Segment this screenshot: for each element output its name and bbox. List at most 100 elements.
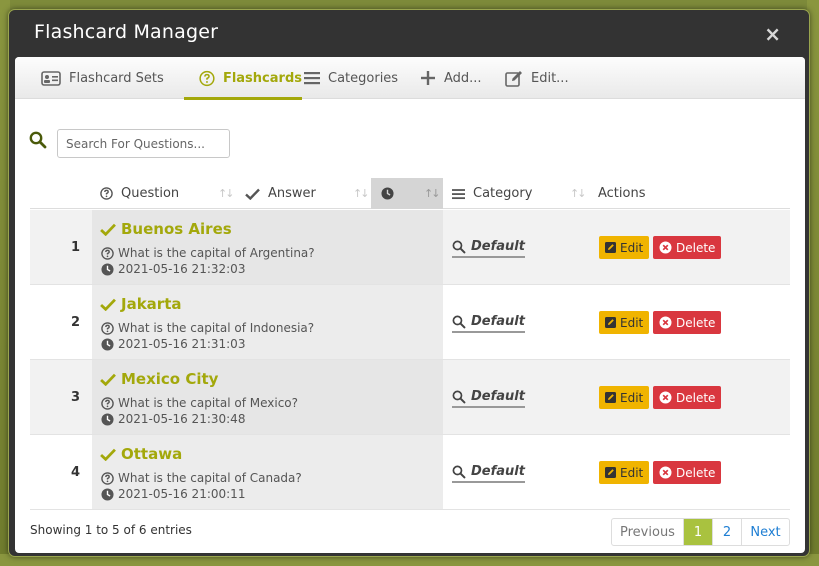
- category-link[interactable]: Default: [452, 464, 525, 483]
- answer-text: Buenos Aires: [121, 220, 232, 238]
- check-icon: [100, 223, 116, 236]
- clock-icon: [101, 262, 114, 276]
- sort-icon: ↑↓: [353, 187, 370, 200]
- table-info: Showing 1 to 5 of 6 entries: [30, 523, 192, 537]
- search-icon: [452, 315, 466, 328]
- row-number: 4: [70, 465, 80, 480]
- answer-cell: Jakarta: [100, 295, 182, 313]
- pagination: Previous 1 2 Next: [611, 518, 790, 546]
- edit-label: Edit: [620, 315, 644, 330]
- page-1-button[interactable]: 1: [683, 519, 712, 545]
- id-card-icon: [41, 70, 61, 86]
- tab-categories[interactable]: Categories: [304, 57, 398, 99]
- clock-icon: [381, 187, 394, 200]
- table-row: 1 Buenos Aires What is the capital of Ar…: [30, 210, 790, 285]
- edit-icon: [605, 242, 616, 253]
- edit-label: Edit: [620, 465, 644, 480]
- delete-label: Delete: [676, 315, 716, 330]
- edit-button[interactable]: Edit: [599, 311, 650, 334]
- column-time[interactable]: ↑↓: [371, 178, 443, 209]
- tab-label: Flashcards: [222, 70, 302, 86]
- close-circle-icon: [659, 316, 672, 329]
- column-category[interactable]: Category ↑↓: [452, 178, 587, 209]
- dialog-titlebar[interactable]: Flashcard Manager ×: [9, 10, 809, 56]
- table-header: Question ↑↓ Answer ↑↓ ↑↓ Category ↑↓ Act…: [30, 178, 790, 209]
- category-text: Default: [471, 314, 525, 329]
- column-label: Actions: [598, 186, 646, 201]
- dialog-title: Flashcard Manager: [34, 21, 219, 43]
- next-page-button[interactable]: Next: [741, 519, 789, 545]
- table-row: 4 Ottawa What is the capital of Canada? …: [30, 435, 790, 510]
- dialog-content: Flashcard Sets Flashcards Categories Add…: [15, 57, 805, 553]
- edit-button[interactable]: Edit: [599, 386, 650, 409]
- flashcard-manager-dialog: Flashcard Manager × Flashcard Sets Flash…: [8, 9, 810, 557]
- question-text: What is the capital of Argentina?: [118, 246, 315, 260]
- table-row: 2 Jakarta What is the capital of Indones…: [30, 285, 790, 360]
- timestamp-text: 2021-05-16 21:30:48: [118, 412, 246, 426]
- delete-button[interactable]: Delete: [653, 311, 722, 334]
- delete-button[interactable]: Delete: [653, 461, 722, 484]
- tab-add[interactable]: Add...: [420, 57, 482, 99]
- delete-button[interactable]: Delete: [653, 236, 722, 259]
- category-link[interactable]: Default: [452, 389, 525, 408]
- category-link[interactable]: Default: [452, 314, 525, 333]
- check-icon: [100, 298, 116, 311]
- previous-page-button[interactable]: Previous: [612, 519, 683, 545]
- table-row: 3 Mexico City What is the capital of Mex…: [30, 360, 790, 435]
- column-actions: Actions: [598, 178, 718, 209]
- check-icon: [100, 373, 116, 386]
- search-input[interactable]: [57, 129, 230, 158]
- edit-label: Edit: [620, 390, 644, 405]
- list-icon: [452, 188, 465, 199]
- clock-icon: [101, 487, 114, 501]
- answer-cell: Buenos Aires: [100, 220, 232, 238]
- tab-label: Categories: [328, 70, 399, 86]
- question-line: What is the capital of Indonesia?: [101, 321, 314, 335]
- check-icon: [245, 188, 260, 200]
- plus-icon: [421, 71, 435, 85]
- row-number: 2: [70, 315, 80, 330]
- question-circle-icon: [100, 187, 113, 200]
- category-link[interactable]: Default: [452, 239, 525, 258]
- list-icon: [304, 72, 320, 85]
- check-icon: [100, 448, 116, 461]
- column-question[interactable]: Question ↑↓: [100, 178, 235, 209]
- row-number: 1: [70, 240, 80, 255]
- delete-label: Delete: [676, 390, 716, 405]
- tab-label: Flashcard Sets: [69, 70, 164, 86]
- question-circle-icon: [101, 246, 114, 260]
- question-text: What is the capital of Mexico?: [118, 396, 299, 410]
- tab-label: Edit...: [531, 70, 569, 86]
- timestamp-text: 2021-05-16 21:31:03: [118, 337, 246, 351]
- delete-label: Delete: [676, 465, 716, 480]
- question-circle-icon: [101, 321, 114, 335]
- close-icon[interactable]: ×: [764, 24, 781, 44]
- category-text: Default: [471, 464, 525, 479]
- search-icon: [452, 240, 466, 253]
- tab-label: Add...: [444, 70, 482, 86]
- tab-edit[interactable]: Edit...: [505, 57, 569, 99]
- search-icon: [452, 465, 466, 478]
- edit-button[interactable]: Edit: [599, 461, 650, 484]
- edit-label: Edit: [620, 240, 644, 255]
- tab-flashcard-sets[interactable]: Flashcard Sets: [41, 57, 164, 99]
- close-circle-icon: [659, 466, 672, 479]
- clock-icon: [101, 412, 114, 426]
- timestamp-line: 2021-05-16 21:30:48: [101, 412, 245, 426]
- question-line: What is the capital of Argentina?: [101, 246, 315, 260]
- question-circle-icon: [101, 471, 114, 485]
- timestamp-text: 2021-05-16 21:32:03: [118, 262, 246, 276]
- page-2-button[interactable]: 2: [712, 519, 741, 545]
- question-line: What is the capital of Canada?: [101, 471, 302, 485]
- edit-icon: [605, 392, 616, 403]
- clock-icon: [101, 337, 114, 351]
- close-circle-icon: [659, 241, 672, 254]
- category-text: Default: [471, 239, 525, 254]
- search-icon: [452, 390, 466, 403]
- question-text: What is the capital of Indonesia?: [118, 321, 315, 335]
- edit-button[interactable]: Edit: [599, 236, 650, 259]
- delete-button[interactable]: Delete: [653, 386, 722, 409]
- column-answer[interactable]: Answer ↑↓: [245, 178, 379, 209]
- tab-flashcards[interactable]: Flashcards: [184, 57, 302, 100]
- tab-bar: Flashcard Sets Flashcards Categories Add…: [15, 57, 805, 100]
